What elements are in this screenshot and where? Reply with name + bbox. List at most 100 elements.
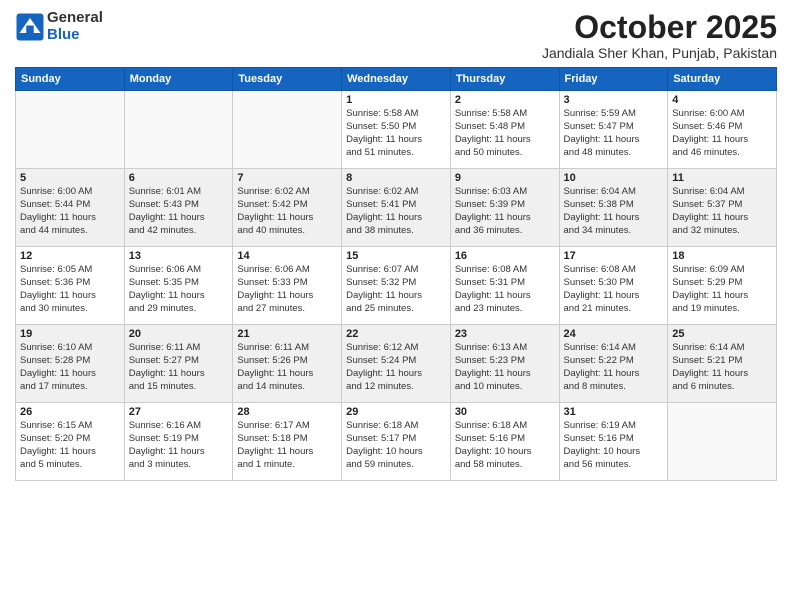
day-info: Sunrise: 6:09 AM Sunset: 5:29 PM Dayligh… xyxy=(672,264,772,315)
header-friday: Friday xyxy=(559,68,668,91)
day-info: Sunrise: 6:19 AM Sunset: 5:16 PM Dayligh… xyxy=(564,420,664,471)
day-info: Sunrise: 6:18 AM Sunset: 5:16 PM Dayligh… xyxy=(455,420,555,471)
day-info: Sunrise: 6:00 AM Sunset: 5:44 PM Dayligh… xyxy=(20,186,120,237)
day-number: 23 xyxy=(455,328,555,340)
day-number: 17 xyxy=(564,250,664,262)
calendar-cell: 29Sunrise: 6:18 AM Sunset: 5:17 PM Dayli… xyxy=(342,403,451,481)
day-info: Sunrise: 6:10 AM Sunset: 5:28 PM Dayligh… xyxy=(20,342,120,393)
calendar-cell: 13Sunrise: 6:06 AM Sunset: 5:35 PM Dayli… xyxy=(124,247,233,325)
day-info: Sunrise: 6:01 AM Sunset: 5:43 PM Dayligh… xyxy=(129,186,229,237)
header-sunday: Sunday xyxy=(16,68,125,91)
day-number: 22 xyxy=(346,328,446,340)
day-number: 24 xyxy=(564,328,664,340)
calendar-cell: 20 Sunrise: 6:11 AM Sunset: 5:27 PM Dayli… xyxy=(124,325,233,403)
calendar-week-row-2: 5 Sunrise: 6:00 AM Sunset: 5:44 PM Daylig… xyxy=(16,169,777,247)
calendar-week-row-3: 12 Sunrise: 6:05 AM Sunset: 5:36 PM Dayli… xyxy=(16,247,777,325)
day-info: Sunrise: 6:03 AM Sunset: 5:39 PM Dayligh… xyxy=(455,186,555,237)
day-info: Sunrise: 6:13 AM Sunset: 5:23 PM Dayligh… xyxy=(455,342,555,393)
logo: General Blue xyxy=(15,10,103,43)
day-number: 10 xyxy=(564,172,664,184)
calendar-cell: 1Sunrise: 5:58 AM Sunset: 5:50 PM Daylig… xyxy=(342,91,451,169)
page-header: General Blue October 2025 Jandiala Sher … xyxy=(15,10,777,61)
calendar-cell: 12 Sunrise: 6:05 AM Sunset: 5:36 PM Dayli… xyxy=(16,247,125,325)
calendar-cell: 15 Sunrise: 6:07 AM Sunset: 5:32 PM Dayli… xyxy=(342,247,451,325)
calendar-cell: 4Sunrise: 6:00 AM Sunset: 5:46 PM Daylig… xyxy=(668,91,777,169)
calendar-cell: 19 Sunrise: 6:10 AM Sunset: 5:28 PM Dayli… xyxy=(16,325,125,403)
day-info: Sunrise: 6:18 AM Sunset: 5:17 PM Dayligh… xyxy=(346,420,446,471)
title-section: October 2025 Jandiala Sher Khan, Punjab,… xyxy=(542,10,777,61)
calendar-cell: 10Sunrise: 6:04 AM Sunset: 5:38 PM Dayli… xyxy=(559,169,668,247)
day-info: Sunrise: 6:14 AM Sunset: 5:22 PM Dayligh… xyxy=(564,342,664,393)
day-number: 16 xyxy=(455,250,555,262)
day-info: Sunrise: 6:12 AM Sunset: 5:24 PM Dayligh… xyxy=(346,342,446,393)
location-label: Jandiala Sher Khan, Punjab, Pakistan xyxy=(542,45,777,61)
calendar-cell: 2Sunrise: 5:58 AM Sunset: 5:48 PM Daylig… xyxy=(450,91,559,169)
day-number: 18 xyxy=(672,250,772,262)
day-number: 25 xyxy=(672,328,772,340)
calendar-cell: 17 Sunrise: 6:08 AM Sunset: 5:30 PM Dayli… xyxy=(559,247,668,325)
day-number: 20 xyxy=(129,328,229,340)
logo-icon xyxy=(15,12,45,42)
header-tuesday: Tuesday xyxy=(233,68,342,91)
calendar-cell: 18 Sunrise: 6:09 AM Sunset: 5:29 PM Dayli… xyxy=(668,247,777,325)
calendar-table: Sunday Monday Tuesday Wednesday Thursday… xyxy=(15,67,777,481)
day-number: 21 xyxy=(237,328,337,340)
calendar-cell: 11 Sunrise: 6:04 AM Sunset: 5:37 PM Dayli… xyxy=(668,169,777,247)
day-info: Sunrise: 6:05 AM Sunset: 5:36 PM Dayligh… xyxy=(20,264,120,315)
calendar-week-row-4: 19 Sunrise: 6:10 AM Sunset: 5:28 PM Dayli… xyxy=(16,325,777,403)
day-number: 15 xyxy=(346,250,446,262)
calendar-cell: 5 Sunrise: 6:00 AM Sunset: 5:44 PM Daylig… xyxy=(16,169,125,247)
calendar-cell: 25 Sunrise: 6:14 AM Sunset: 5:21 PM Dayli… xyxy=(668,325,777,403)
header-saturday: Saturday xyxy=(668,68,777,91)
calendar-cell: 31 Sunrise: 6:19 AM Sunset: 5:16 PM Dayli… xyxy=(559,403,668,481)
calendar-cell: 28 Sunrise: 6:17 AM Sunset: 5:18 PM Dayli… xyxy=(233,403,342,481)
day-number: 26 xyxy=(20,406,120,418)
calendar-cell: 8Sunrise: 6:02 AM Sunset: 5:41 PM Daylig… xyxy=(342,169,451,247)
day-info: Sunrise: 6:07 AM Sunset: 5:32 PM Dayligh… xyxy=(346,264,446,315)
calendar-cell: 22 Sunrise: 6:12 AM Sunset: 5:24 PM Dayli… xyxy=(342,325,451,403)
header-wednesday: Wednesday xyxy=(342,68,451,91)
calendar-cell: 7Sunrise: 6:02 AM Sunset: 5:42 PM Daylig… xyxy=(233,169,342,247)
calendar-cell: 6 Sunrise: 6:01 AM Sunset: 5:43 PM Daylig… xyxy=(124,169,233,247)
calendar-cell xyxy=(16,91,125,169)
day-info: Sunrise: 5:59 AM Sunset: 5:47 PM Dayligh… xyxy=(564,108,664,159)
day-number: 8 xyxy=(346,172,446,184)
calendar-week-row-1: 1Sunrise: 5:58 AM Sunset: 5:50 PM Daylig… xyxy=(16,91,777,169)
day-number: 31 xyxy=(564,406,664,418)
day-number: 5 xyxy=(20,172,120,184)
day-info: Sunrise: 6:00 AM Sunset: 5:46 PM Dayligh… xyxy=(672,108,772,159)
day-info: Sunrise: 6:14 AM Sunset: 5:21 PM Dayligh… xyxy=(672,342,772,393)
day-info: Sunrise: 6:17 AM Sunset: 5:18 PM Dayligh… xyxy=(237,420,337,471)
day-info: Sunrise: 6:16 AM Sunset: 5:19 PM Dayligh… xyxy=(129,420,229,471)
calendar-cell: 26 Sunrise: 6:15 AM Sunset: 5:20 PM Dayli… xyxy=(16,403,125,481)
day-number: 19 xyxy=(20,328,120,340)
day-info: Sunrise: 6:11 AM Sunset: 5:27 PM Dayligh… xyxy=(129,342,229,393)
day-number: 11 xyxy=(672,172,772,184)
calendar-cell: 14Sunrise: 6:06 AM Sunset: 5:33 PM Dayli… xyxy=(233,247,342,325)
month-title: October 2025 xyxy=(542,10,777,45)
day-info: Sunrise: 6:11 AM Sunset: 5:26 PM Dayligh… xyxy=(237,342,337,393)
day-info: Sunrise: 6:08 AM Sunset: 5:30 PM Dayligh… xyxy=(564,264,664,315)
header-monday: Monday xyxy=(124,68,233,91)
day-number: 28 xyxy=(237,406,337,418)
day-number: 27 xyxy=(129,406,229,418)
day-number: 6 xyxy=(129,172,229,184)
calendar-cell xyxy=(124,91,233,169)
calendar-cell: 3Sunrise: 5:59 AM Sunset: 5:47 PM Daylig… xyxy=(559,91,668,169)
day-info: Sunrise: 6:15 AM Sunset: 5:20 PM Dayligh… xyxy=(20,420,120,471)
day-info: Sunrise: 6:02 AM Sunset: 5:42 PM Dayligh… xyxy=(237,186,337,237)
day-number: 12 xyxy=(20,250,120,262)
logo-blue-label: Blue xyxy=(47,27,103,44)
calendar-cell: 30 Sunrise: 6:18 AM Sunset: 5:16 PM Dayli… xyxy=(450,403,559,481)
calendar-cell: 16Sunrise: 6:08 AM Sunset: 5:31 PM Dayli… xyxy=(450,247,559,325)
calendar-cell: 23 Sunrise: 6:13 AM Sunset: 5:23 PM Dayli… xyxy=(450,325,559,403)
day-number: 1 xyxy=(346,94,446,106)
day-info: Sunrise: 5:58 AM Sunset: 5:48 PM Dayligh… xyxy=(455,108,555,159)
calendar-cell: 24 Sunrise: 6:14 AM Sunset: 5:22 PM Dayli… xyxy=(559,325,668,403)
day-info: Sunrise: 6:06 AM Sunset: 5:35 PM Dayligh… xyxy=(129,264,229,315)
calendar-cell xyxy=(233,91,342,169)
calendar-cell: 27 Sunrise: 6:16 AM Sunset: 5:19 PM Dayli… xyxy=(124,403,233,481)
day-number: 30 xyxy=(455,406,555,418)
day-info: Sunrise: 6:04 AM Sunset: 5:37 PM Dayligh… xyxy=(672,186,772,237)
calendar-cell xyxy=(668,403,777,481)
